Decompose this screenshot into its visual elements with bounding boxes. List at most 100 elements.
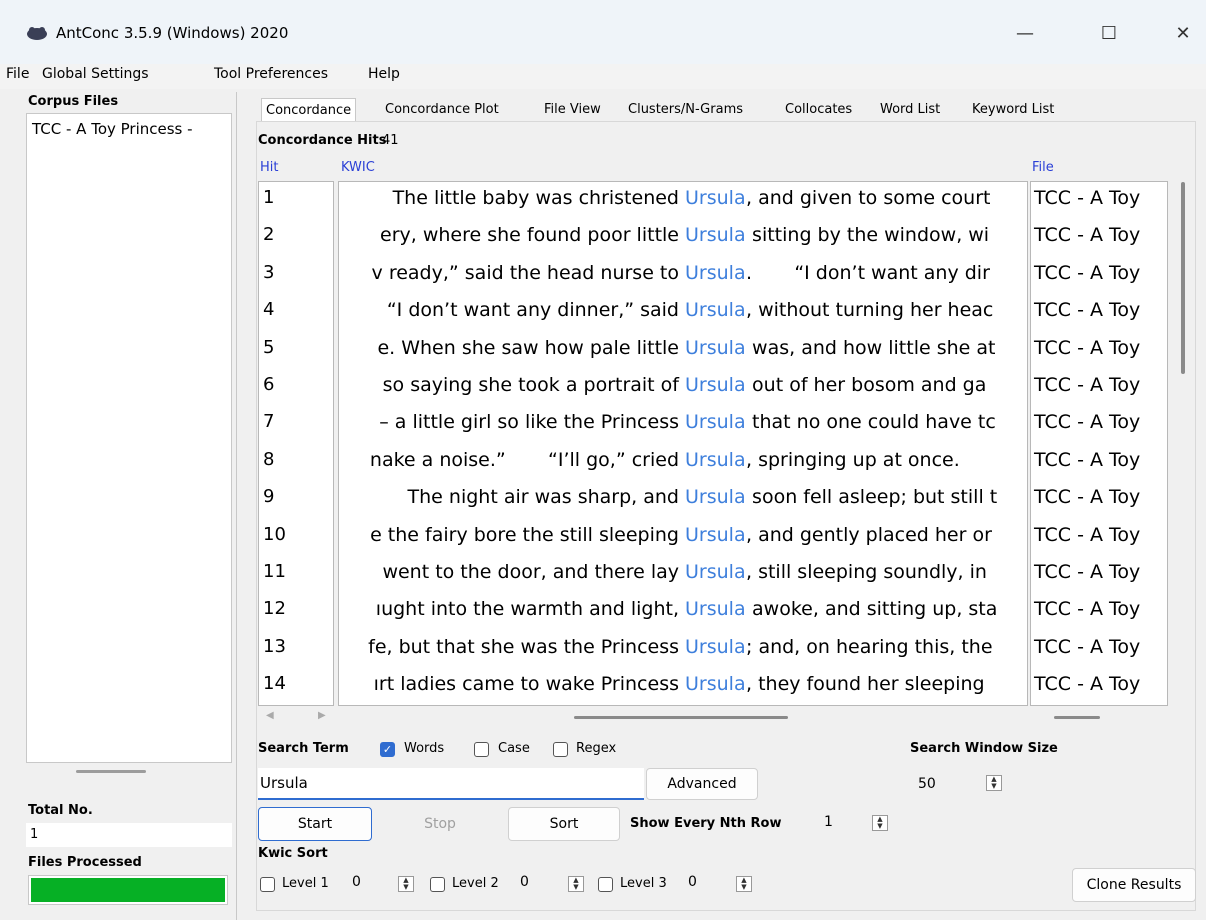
tab-keyword-list[interactable]: Keyword List bbox=[968, 98, 1058, 122]
kwic-left-context[interactable]: e. When she saw how pale little bbox=[377, 337, 679, 359]
corpus-hscrollbar[interactable] bbox=[76, 770, 146, 773]
file-name[interactable]: TCC - A Toy bbox=[1034, 598, 1140, 620]
level2-input[interactable]: 0 bbox=[520, 874, 529, 890]
kwic-search-hit[interactable]: Ursula bbox=[685, 299, 746, 321]
kwic-left-context[interactable]: – a little girl so like the Princess bbox=[379, 411, 679, 433]
window-size-spinner-icon[interactable]: ▲ ▼ bbox=[986, 775, 1002, 791]
kwic-right-context[interactable]: was, and how little she at bbox=[746, 337, 995, 359]
kwic-right-context[interactable]: that no one could have tc bbox=[746, 411, 996, 433]
file-name[interactable]: TCC - A Toy bbox=[1034, 636, 1140, 658]
kwic-left-context[interactable]: went to the door, and there lay bbox=[382, 561, 679, 583]
tab-file-view[interactable]: File View bbox=[540, 98, 605, 122]
kwic-right-context[interactable]: ; and, on hearing this, the bbox=[746, 636, 993, 658]
kwic-left-context[interactable]: so saying she took a portrait of bbox=[383, 374, 679, 396]
file-name[interactable]: TCC - A Toy bbox=[1034, 561, 1140, 583]
close-button[interactable]: ✕ bbox=[1160, 14, 1206, 52]
file-list[interactable]: TCC - A Toy TCC - A Toy TCC - A Toy TCC - A… bbox=[1030, 181, 1168, 706]
hit-number[interactable]: 1 bbox=[263, 187, 274, 208]
level2-spinner-icon[interactable]: ▲ ▼ bbox=[568, 876, 584, 892]
tab-concordance[interactable]: Concordance bbox=[261, 98, 357, 122]
column-header-kwic[interactable]: KWIC bbox=[341, 160, 375, 175]
level1-spinner-icon[interactable]: ▲ ▼ bbox=[398, 876, 414, 892]
scroll-left-arrow-icon[interactable]: ◀ bbox=[266, 710, 274, 721]
kwic-right-context[interactable]: , and given to some court bbox=[746, 187, 990, 209]
level3-checkbox[interactable] bbox=[598, 877, 613, 892]
file-name[interactable]: TCC - A Toy bbox=[1034, 224, 1140, 246]
hit-number[interactable]: 7 bbox=[263, 411, 274, 432]
kwic-search-hit[interactable]: Ursula bbox=[685, 449, 746, 471]
kwic-list[interactable]: The little baby was christened Ursula, an… bbox=[338, 181, 1028, 706]
hit-number[interactable]: 2 bbox=[263, 224, 274, 245]
nth-row-input[interactable]: 1 bbox=[824, 814, 833, 830]
tab-collocates[interactable]: Collocates bbox=[781, 98, 856, 122]
tab-word-list[interactable]: Word List bbox=[876, 98, 944, 122]
kwic-right-context[interactable]: . “I don’t want any dir bbox=[746, 262, 990, 284]
nth-row-spinner-icon[interactable]: ▲ ▼ bbox=[872, 815, 888, 831]
hit-number[interactable]: 9 bbox=[263, 486, 274, 507]
kwic-right-context[interactable]: , and gently placed her or bbox=[746, 524, 992, 546]
level3-spinner-icon[interactable]: ▲ ▼ bbox=[736, 876, 752, 892]
kwic-right-context[interactable]: soon fell asleep; but still t bbox=[746, 486, 997, 508]
file-name[interactable]: TCC - A Toy bbox=[1034, 262, 1140, 284]
panel-divider[interactable] bbox=[236, 92, 237, 920]
file-name[interactable]: TCC - A Toy bbox=[1034, 486, 1140, 508]
menu-file[interactable]: File bbox=[6, 66, 29, 82]
kwic-search-hit[interactable]: Ursula bbox=[685, 224, 746, 246]
kwic-search-hit[interactable]: Ursula bbox=[685, 374, 746, 396]
menu-help[interactable]: Help bbox=[368, 66, 400, 82]
tab-concordance-plot[interactable]: Concordance Plot bbox=[381, 98, 503, 122]
kwic-search-hit[interactable]: Ursula bbox=[685, 337, 746, 359]
hit-number[interactable]: 4 bbox=[263, 299, 274, 320]
minimize-button[interactable]: — bbox=[1002, 14, 1048, 52]
kwic-right-context[interactable]: , they found her sleeping bbox=[746, 673, 985, 695]
level2-checkbox[interactable] bbox=[430, 877, 445, 892]
kwic-right-context[interactable]: out of her bosom and ga bbox=[746, 374, 986, 396]
file-name[interactable]: TCC - A Toy bbox=[1034, 299, 1140, 321]
menu-tool-preferences[interactable]: Tool Preferences bbox=[214, 66, 328, 82]
clone-results-button[interactable]: Clone Results bbox=[1072, 868, 1196, 902]
kwic-left-context[interactable]: ırt ladies came to wake Princess bbox=[374, 673, 679, 695]
hit-number[interactable]: 11 bbox=[263, 561, 286, 582]
maximize-button[interactable]: ☐ bbox=[1086, 14, 1132, 52]
tab-clusters-ngrams[interactable]: Clusters/N-Grams bbox=[624, 98, 747, 122]
kwic-left-context[interactable]: ıught into the warmth and light, bbox=[376, 598, 679, 620]
kwic-right-context[interactable]: , without turning her heac bbox=[746, 299, 993, 321]
file-name[interactable]: TCC - A Toy bbox=[1034, 524, 1140, 546]
hit-number[interactable]: 3 bbox=[263, 262, 274, 283]
kwic-left-context[interactable]: e the fairy bore the still sleeping bbox=[370, 524, 679, 546]
scroll-right-arrow-icon[interactable]: ▶ bbox=[318, 710, 326, 721]
search-window-size-input[interactable]: 50 bbox=[918, 776, 936, 792]
results-vertical-scrollbar[interactable] bbox=[1181, 182, 1185, 374]
kwic-left-context[interactable]: The night air was sharp, and bbox=[389, 486, 679, 508]
hit-number[interactable]: 12 bbox=[263, 598, 286, 619]
hit-number[interactable]: 13 bbox=[263, 636, 286, 657]
kwic-horizontal-scrollbar[interactable] bbox=[574, 716, 788, 719]
file-name[interactable]: TCC - A Toy bbox=[1034, 187, 1140, 209]
hit-number[interactable]: 6 bbox=[263, 374, 274, 395]
kwic-search-hit[interactable]: Ursula bbox=[685, 411, 746, 433]
level3-input[interactable]: 0 bbox=[688, 874, 697, 890]
kwic-search-hit[interactable]: Ursula bbox=[685, 524, 746, 546]
file-name[interactable]: TCC - A Toy bbox=[1034, 449, 1140, 471]
kwic-left-context[interactable]: The little baby was christened bbox=[374, 187, 679, 209]
level1-input[interactable]: 0 bbox=[352, 874, 361, 890]
kwic-right-context[interactable]: awoke, and sitting up, sta bbox=[746, 598, 997, 620]
kwic-search-hit[interactable]: Ursula bbox=[685, 486, 746, 508]
kwic-left-context[interactable]: ery, where she found poor little bbox=[380, 224, 679, 246]
hit-number[interactable]: 8 bbox=[263, 449, 274, 470]
kwic-search-hit[interactable]: Ursula bbox=[685, 598, 746, 620]
kwic-right-context[interactable]: , still sleeping soundly, in bbox=[746, 561, 987, 583]
file-horizontal-scrollbar[interactable] bbox=[1054, 716, 1100, 719]
kwic-search-hit[interactable]: Ursula bbox=[685, 673, 746, 695]
menu-global-settings[interactable]: Global Settings bbox=[42, 66, 149, 82]
hit-number-list[interactable]: 1 2 3 4 5 6 7 8 9 10 11 12 13 14 bbox=[258, 181, 334, 706]
file-name[interactable]: TCC - A Toy bbox=[1034, 673, 1140, 695]
kwic-left-context[interactable]: nake a noise.” “I’ll go,” cried bbox=[370, 449, 679, 471]
sort-button[interactable]: Sort bbox=[508, 807, 620, 841]
advanced-button[interactable]: Advanced bbox=[646, 768, 758, 800]
kwic-search-hit[interactable]: Ursula bbox=[685, 262, 746, 284]
hit-number[interactable]: 5 bbox=[263, 337, 274, 358]
kwic-search-hit[interactable]: Ursula bbox=[685, 636, 746, 658]
column-header-hit[interactable]: Hit bbox=[260, 160, 278, 175]
regex-checkbox[interactable] bbox=[553, 742, 568, 757]
